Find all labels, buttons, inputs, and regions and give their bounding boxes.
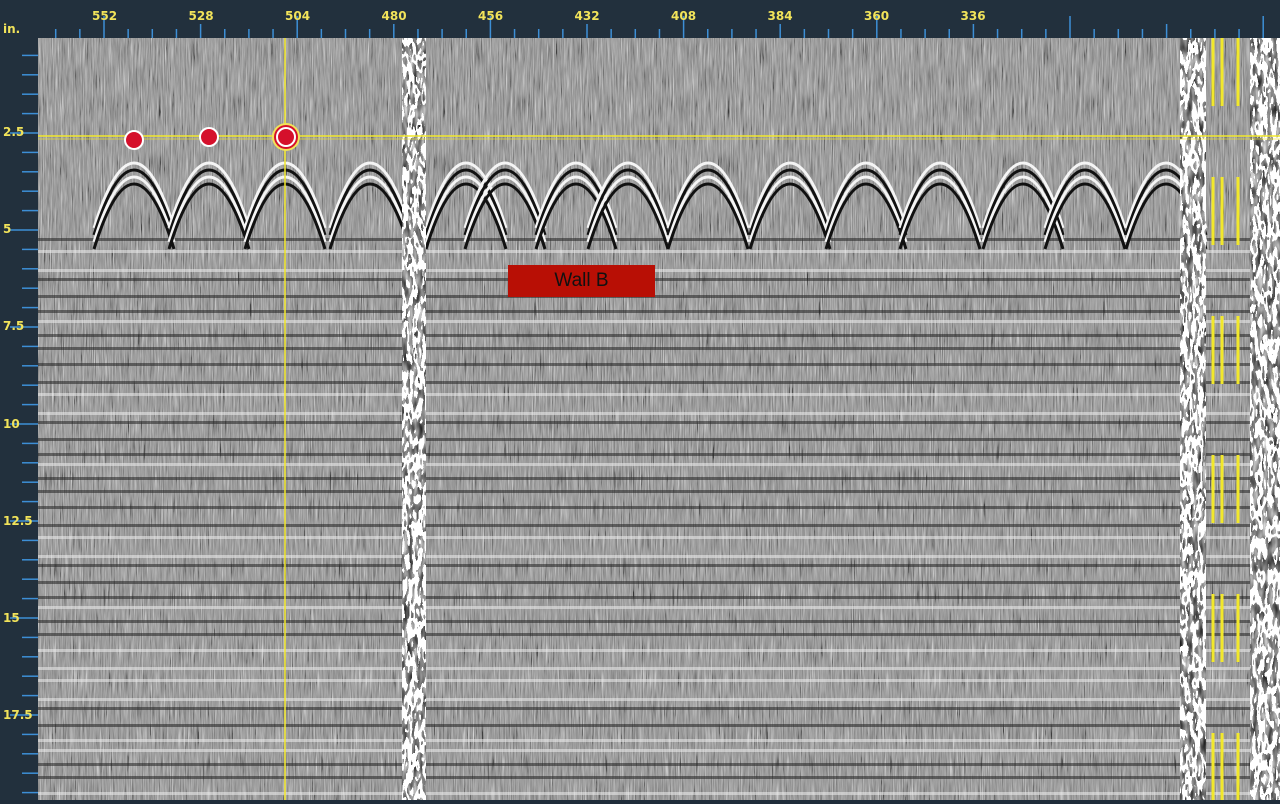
scan-layer [38, 295, 1280, 298]
scan-layer [38, 421, 1280, 424]
scan-layer [38, 739, 1280, 742]
scan-layer [38, 564, 1280, 567]
scan-layer [38, 698, 1280, 701]
radargram-canvas[interactable] [38, 38, 1280, 800]
scan-layer [38, 490, 1280, 493]
scan-layer [38, 524, 1280, 527]
target-marker[interactable] [199, 127, 219, 147]
calibration-strip [402, 38, 426, 800]
horizontal-tick-label: 408 [671, 9, 697, 23]
scan-layer [38, 555, 1280, 558]
depth-tick-label: 12.5 [3, 513, 33, 528]
depth-tick-label: 2.5 [3, 125, 25, 139]
scan-layer [38, 776, 1280, 779]
horizontal-tick-label: 384 [767, 9, 793, 23]
scan-layer [38, 667, 1280, 670]
scan-layer [38, 679, 1280, 682]
scan-layer [38, 347, 1280, 350]
gpr-scan-viewer: in. 552 528 504 480 456 432 408 384 360 336 2.5 5 7… [0, 0, 1280, 800]
scan-layer [38, 763, 1280, 766]
horizontal-tick-label: 456 [478, 9, 504, 23]
scan-layer [38, 381, 1280, 384]
scan-layer [38, 310, 1280, 313]
scan-layer [38, 536, 1280, 539]
scan-layer [38, 278, 1280, 281]
scan-layer [38, 320, 1280, 323]
horizontal-tick-label: 336 [960, 9, 986, 23]
scan-layer [38, 649, 1280, 652]
scan-layer [38, 269, 1280, 272]
depth-tick-label: 7.5 [3, 319, 25, 334]
horizontal-ruler-ticks [54, 16, 1264, 38]
depth-tick-label: 15 [3, 611, 20, 625]
horizontal-tick-label: 432 [574, 9, 600, 23]
scan-layer [38, 620, 1280, 623]
scan-layer [38, 463, 1280, 466]
radargram-image [38, 38, 1280, 800]
calibration-strip [1180, 38, 1206, 800]
scan-layer [38, 749, 1280, 752]
target-marker[interactable] [124, 130, 144, 150]
depth-tick-label: 5 [3, 222, 12, 237]
scan-layer [38, 412, 1280, 415]
scan-layer [38, 438, 1280, 441]
horizontal-tick-label: 480 [381, 9, 407, 23]
scan-layer [38, 506, 1280, 509]
scan-layer [38, 393, 1280, 396]
scan-layer [38, 334, 1280, 337]
scan-layer [38, 238, 1280, 241]
scan-layer [38, 581, 1280, 584]
scan-layer [38, 724, 1280, 727]
calibration-strip [1250, 38, 1280, 800]
horizontal-tick-label: 504 [285, 9, 311, 23]
scan-layer [38, 250, 1280, 253]
scan-layer [38, 596, 1280, 599]
depth-tick-label: 10 [3, 416, 20, 431]
scan-layer [38, 792, 1280, 795]
unit-label: in. [3, 22, 21, 36]
scan-layer [38, 633, 1280, 636]
scan-noise [38, 38, 1280, 800]
depth-tick-label: 17.5 [3, 708, 33, 723]
wall-label[interactable]: Wall B [508, 265, 655, 297]
horizontal-distance-ruler[interactable] [38, 0, 1280, 38]
scan-layer [38, 363, 1280, 366]
scan-layer [38, 606, 1280, 609]
target-marker[interactable] [276, 127, 296, 147]
horizontal-tick-label: 528 [188, 9, 214, 23]
horizontal-tick-label: 360 [864, 9, 890, 23]
scan-layer [38, 707, 1280, 710]
horizontal-tick-label: 552 [92, 9, 118, 23]
scan-layer [38, 477, 1280, 480]
scan-layer [38, 453, 1280, 456]
